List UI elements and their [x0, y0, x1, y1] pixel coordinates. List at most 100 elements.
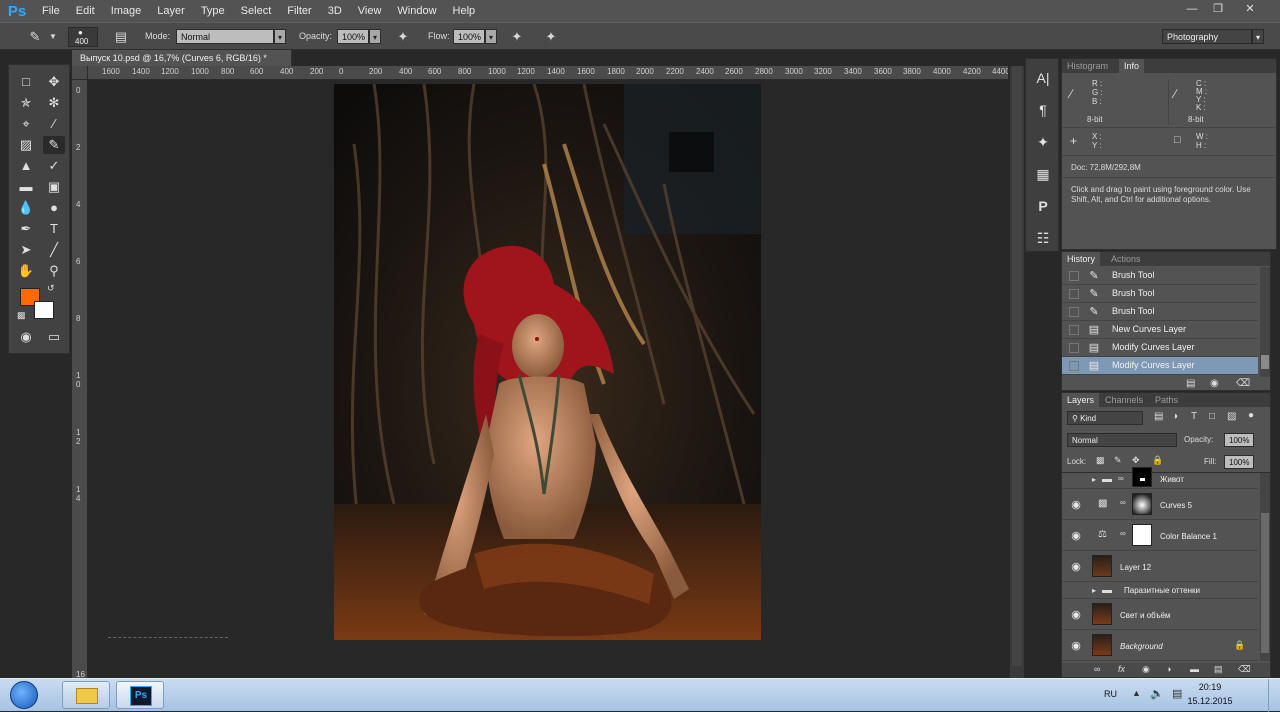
canvas-area[interactable]: [88, 80, 1008, 676]
add-mask-icon[interactable]: ◉: [1142, 664, 1150, 675]
layer-row[interactable]: ◉ ⚖ ∞ Color Balance 1: [1062, 521, 1258, 551]
flow-slider-icon[interactable]: ▾: [485, 29, 497, 44]
zoom-tool-icon[interactable]: ⚲: [43, 262, 65, 280]
fill-field[interactable]: 100%: [1224, 455, 1254, 469]
menu-image[interactable]: Image: [103, 0, 150, 22]
tab-actions[interactable]: Actions: [1106, 252, 1146, 266]
new-layer-icon[interactable]: ▤: [1214, 664, 1223, 675]
paragraph-panel-icon[interactable]: ¶: [1031, 99, 1055, 121]
new-document-from-state-icon[interactable]: ▤: [1186, 378, 1195, 389]
mode-select[interactable]: Normal: [176, 29, 274, 44]
taskbar-explorer-button[interactable]: [62, 681, 110, 709]
group-expand-icon[interactable]: ▸: [1092, 586, 1096, 595]
layer-row[interactable]: ◉ ▩ ∞ Curves 5: [1062, 490, 1258, 520]
new-adjustment-icon[interactable]: ◑: [1166, 664, 1171, 674]
tray-expand-icon[interactable]: ▲: [1132, 688, 1141, 698]
trash-icon[interactable]: ⌫: [1236, 378, 1250, 389]
background-color-swatch[interactable]: [34, 301, 54, 319]
layer-row[interactable]: ◉ Layer 12: [1062, 552, 1258, 582]
properties-panel-icon[interactable]: P: [1031, 195, 1055, 217]
menu-view[interactable]: View: [350, 0, 390, 22]
menu-window[interactable]: Window: [389, 0, 444, 22]
link-layers-icon[interactable]: ∞: [1094, 664, 1100, 674]
tab-info[interactable]: Info: [1119, 59, 1145, 73]
menu-filter[interactable]: Filter: [279, 0, 319, 22]
marquee-tool-icon[interactable]: □: [15, 73, 37, 91]
tab-paths[interactable]: Paths: [1150, 393, 1183, 407]
opacity-slider-icon[interactable]: ▾: [369, 29, 381, 44]
history-item[interactable]: ▤ Modify Curves Layer: [1062, 357, 1258, 375]
history-scroll-thumb[interactable]: [1261, 355, 1269, 369]
menu-select[interactable]: Select: [233, 0, 280, 22]
menu-edit[interactable]: Edit: [68, 0, 103, 22]
lasso-tool-icon[interactable]: ✯: [15, 94, 37, 112]
clone-stamp-tool-icon[interactable]: ▲: [15, 157, 37, 175]
quick-selection-tool-icon[interactable]: ✻: [43, 94, 65, 112]
swatches-panel-icon[interactable]: ▦: [1031, 163, 1055, 185]
taskbar-photoshop-button[interactable]: Ps: [116, 681, 164, 709]
new-group-icon[interactable]: ▬: [1190, 664, 1199, 674]
default-colors-icon[interactable]: ▩: [17, 310, 26, 321]
quick-mask-icon[interactable]: ◉: [15, 328, 37, 346]
history-source-checkbox[interactable]: [1069, 361, 1079, 371]
brush-size-picker[interactable]: ● 400: [68, 27, 98, 47]
menu-layer[interactable]: Layer: [149, 0, 193, 22]
workspace-select[interactable]: Photography: [1162, 29, 1252, 44]
brush-presets-icon[interactable]: ✦: [1031, 131, 1055, 153]
move-tool-icon[interactable]: ✥: [43, 73, 65, 91]
layer-row[interactable]: ◉ Свет и объём: [1062, 600, 1258, 630]
start-button-icon[interactable]: [10, 681, 38, 709]
group-expand-icon[interactable]: ▸: [1092, 475, 1096, 484]
history-scrollbar[interactable]: [1260, 267, 1270, 377]
history-source-checkbox[interactable]: [1069, 325, 1079, 335]
restore-icon[interactable]: ❐: [1206, 2, 1230, 16]
blend-mode-select[interactable]: Normal: [1067, 433, 1177, 447]
chevron-down-icon[interactable]: ▼: [44, 28, 62, 46]
tab-channels[interactable]: Channels: [1100, 393, 1148, 407]
menu-type[interactable]: Type: [193, 0, 233, 22]
eye-icon[interactable]: ◉: [1069, 560, 1083, 574]
eye-icon[interactable]: ◉: [1069, 608, 1083, 622]
history-source-checkbox[interactable]: [1069, 307, 1079, 317]
document-photo[interactable]: [334, 84, 761, 640]
pressure-opacity-icon[interactable]: ✦: [394, 28, 412, 46]
blur-tool-icon[interactable]: 💧: [15, 199, 37, 217]
tab-histogram[interactable]: Histogram: [1062, 59, 1113, 73]
tab-layers[interactable]: Layers: [1062, 393, 1100, 407]
flow-field[interactable]: 100%: [453, 29, 485, 44]
menu-file[interactable]: File: [34, 0, 68, 22]
layer-opacity-field[interactable]: 100%: [1224, 433, 1254, 447]
layer-style-icon[interactable]: fx: [1118, 664, 1125, 674]
spot-healing-tool-icon[interactable]: ▨: [15, 136, 37, 154]
history-item[interactable]: ✎ Brush Tool: [1062, 303, 1258, 321]
ruler-origin[interactable]: [72, 66, 88, 80]
history-source-checkbox[interactable]: [1069, 289, 1079, 299]
layer-row[interactable]: ▸ ▬ ∞ Живот: [1062, 467, 1258, 489]
filter-shape-icon[interactable]: □: [1209, 411, 1215, 422]
layers-scroll-thumb[interactable]: [1261, 513, 1269, 653]
crop-tool-icon[interactable]: ⌖: [15, 115, 37, 133]
clock-date[interactable]: 15.12.2015: [1180, 696, 1240, 706]
eyedropper-tool-icon[interactable]: ⁄: [43, 115, 65, 133]
brush-panel-toggle-icon[interactable]: ▤: [112, 28, 130, 46]
tab-history[interactable]: History: [1062, 252, 1101, 266]
eye-icon[interactable]: ◉: [1069, 639, 1083, 653]
brush-tool-preset-icon[interactable]: ✎: [26, 28, 44, 46]
menu-3d[interactable]: 3D: [320, 0, 350, 22]
hand-tool-icon[interactable]: ✋: [15, 262, 37, 280]
airbrush-icon[interactable]: ✦: [508, 28, 526, 46]
filter-adjustment-icon[interactable]: ◑: [1172, 411, 1178, 422]
delete-layer-icon[interactable]: ⌫: [1238, 664, 1251, 675]
gradient-tool-icon[interactable]: ▣: [43, 178, 65, 196]
history-item[interactable]: ▤ New Curves Layer: [1062, 321, 1258, 339]
screen-mode-icon[interactable]: ▭: [43, 328, 65, 346]
history-item[interactable]: ▤ Modify Curves Layer: [1062, 339, 1258, 357]
snapshot-icon[interactable]: ◉: [1210, 378, 1219, 389]
history-source-checkbox[interactable]: [1069, 343, 1079, 353]
adjustments-panel-icon[interactable]: ☷: [1031, 227, 1055, 249]
history-brush-tool-icon[interactable]: ✓: [43, 157, 65, 175]
lock-all-icon[interactable]: 🔒: [1152, 455, 1163, 466]
pressure-size-icon[interactable]: ✦: [542, 28, 560, 46]
history-source-checkbox[interactable]: [1069, 271, 1079, 281]
brush-tool-icon[interactable]: ✎: [43, 136, 65, 154]
